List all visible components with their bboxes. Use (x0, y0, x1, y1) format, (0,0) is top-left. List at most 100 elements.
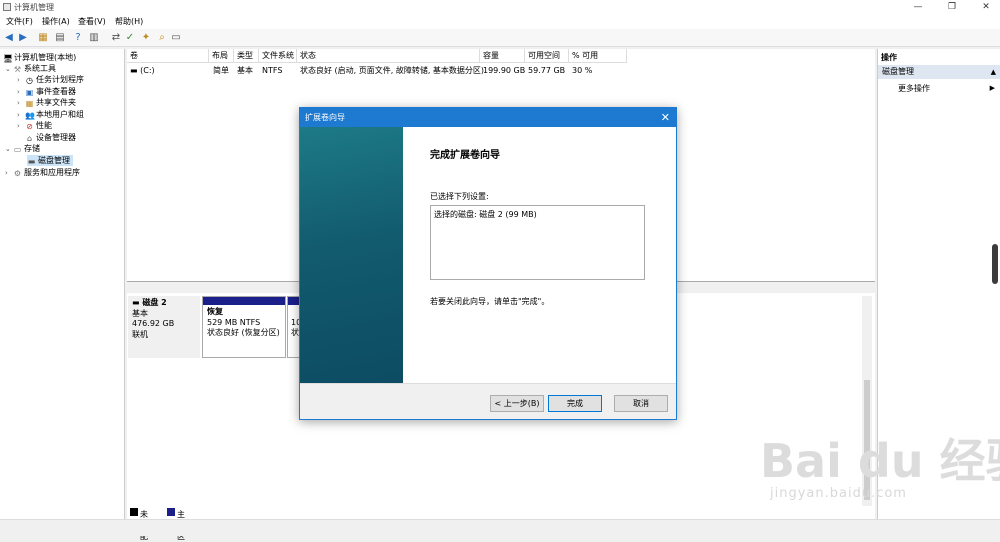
users-icon: 👥 (25, 111, 35, 120)
tree-disk-management[interactable]: ▬ 磁盘管理 (27, 155, 73, 166)
maximize-button[interactable]: ❐ (942, 1, 962, 13)
volume-name: (C:) (140, 66, 155, 75)
tree-item-device-manager[interactable]: ⌂ 设备管理器 (25, 132, 76, 143)
app-icon (3, 3, 11, 11)
chevron-right-icon: ▶ (989, 84, 995, 92)
check-icon[interactable]: ✓ (124, 32, 136, 44)
back-button[interactable]: < 上一步(B) (490, 395, 544, 412)
chevron-right-icon[interactable]: › (17, 121, 25, 132)
col-header-layout[interactable]: 布局 (209, 49, 234, 63)
disk-icon: ▬ (132, 298, 143, 307)
view-icon[interactable]: ▥ (88, 32, 100, 44)
volume-icon: ▬ (130, 66, 141, 75)
device-icon: ⌂ (26, 134, 33, 143)
col-header-free[interactable]: 可用空间 (525, 49, 569, 63)
volume-pct: 30 % (572, 66, 593, 75)
close-button[interactable]: ✕ (976, 1, 996, 13)
actions-section-disk[interactable]: 磁盘管理 ▲ (878, 65, 1000, 79)
tree-root[interactable]: 🖥计算机管理(本地) (3, 52, 76, 63)
wizard-content: 完成扩展卷向导 已选择下列设置: 选择的磁盘: 磁盘 2 (99 MB) 若要关… (403, 127, 676, 383)
dialog-close-icon[interactable]: ✕ (661, 108, 670, 127)
disk-info[interactable]: ▬ 磁盘 2 基本 476.92 GB 联机 (128, 296, 200, 358)
wizard-banner-image (300, 127, 403, 383)
actions-header: 操作 (881, 53, 897, 62)
chevron-right-icon[interactable]: › (17, 75, 25, 86)
partition-bar (203, 297, 285, 305)
watermark-url: jingyan.baidu.com (770, 486, 907, 501)
computer-icon: 🖥 (3, 54, 14, 63)
tree-item-task-scheduler[interactable]: › ◷ 任务计划程序 (17, 74, 84, 85)
new-icon[interactable]: ✦ (140, 32, 152, 44)
volume-fs: NTFS (262, 66, 283, 75)
primary-swatch (167, 508, 175, 516)
connect-icon[interactable]: ⇄ (110, 32, 122, 44)
menu-action[interactable]: 操作(A) (42, 16, 70, 27)
volume-status: 状态良好 (启动, 页面文件, 故障转储, 基本数据分区) (300, 66, 485, 75)
back-arrow-icon[interactable]: ◀ (3, 32, 15, 44)
col-header-pct[interactable]: % 可用 (569, 49, 627, 63)
search-icon[interactable]: ⌕ (156, 32, 168, 44)
folder-icon[interactable]: ▦ (37, 32, 49, 44)
dialog-title-bar: 扩展卷向导 (300, 108, 676, 127)
cancel-button[interactable]: 取消 (614, 395, 668, 412)
partition-recovery[interactable]: 恢复 529 MB NTFS 状态良好 (恢复分区) (202, 296, 286, 358)
volume-capacity: 199.90 GB (483, 66, 526, 75)
performance-icon: ⊘ (26, 122, 33, 131)
col-header-type[interactable]: 类型 (234, 49, 259, 63)
event-icon: ▣ (25, 88, 34, 97)
chevron-up-icon[interactable]: ▲ (991, 65, 996, 79)
tree-system-tools[interactable]: ⌄ ⚒ 系统工具 (5, 63, 56, 74)
partition-size: 529 MB NTFS (207, 317, 261, 327)
chevron-down-icon[interactable]: ⌄ (5, 64, 13, 75)
finish-button[interactable]: 完成 (548, 395, 602, 412)
menu-help[interactable]: 帮助(H) (115, 16, 143, 27)
disk-state: 联机 (132, 329, 148, 339)
col-header-filesystem[interactable]: 文件系统 (259, 49, 297, 63)
chevron-right-icon[interactable]: › (5, 168, 13, 179)
scrollbar-thumb[interactable] (992, 244, 998, 284)
help-icon[interactable]: ? (72, 32, 84, 44)
tree-storage[interactable]: ⌄ ▭ 存储 (5, 143, 40, 154)
disk-kind: 基本 (132, 308, 148, 318)
extend-volume-wizard: 扩展卷向导 ✕ 完成扩展卷向导 已选择下列设置: 选择的磁盘: 磁盘 2 (99… (299, 107, 677, 420)
col-header-capacity[interactable]: 容量 (480, 49, 525, 63)
tree-item-event-viewer[interactable]: › ▣ 事件查看器 (17, 86, 76, 97)
toolbar: ◀ ▶ ▦ ▤ ? ▥ ⇄ ✓ ✦ ⌕ ▭ (0, 29, 1000, 47)
tools-icon: ⚒ (13, 65, 22, 74)
disk-size: 476.92 GB (132, 319, 175, 328)
tree-item-shared-folders[interactable]: › ▦ 共享文件夹 (17, 97, 76, 108)
actions-more[interactable]: 更多操作 ▶ (898, 83, 998, 94)
tree-item-users-groups[interactable]: › 👥本地用户和组 (17, 109, 84, 120)
tree-item-performance[interactable]: › ⊘ 性能 (17, 120, 52, 131)
partition-status: 状态良好 (恢复分区) (207, 328, 280, 337)
dialog-title: 扩展卷向导 (305, 113, 345, 122)
volume-layout: 简单 (213, 66, 229, 75)
wizard-instruction: 若要关闭此向导，请单击"完成"。 (430, 297, 550, 306)
col-header-volume[interactable]: 卷 (127, 49, 209, 63)
navigation-tree: 🖥计算机管理(本地) ⌄ ⚒ 系统工具 › ◷ 任务计划程序 › ▣ 事件查看器 › ▦ 共享文… (0, 49, 125, 519)
chevron-right-icon[interactable]: › (17, 98, 25, 109)
watermark-logo: Bai du 经验 (760, 434, 1000, 488)
forward-arrow-icon[interactable]: ▶ (17, 32, 29, 44)
wizard-heading: 完成扩展卷向导 (430, 150, 500, 161)
settings-textbox[interactable]: 选择的磁盘: 磁盘 2 (99 MB) (430, 205, 645, 280)
disk-icon: ▬ (27, 157, 36, 166)
shared-folder-icon: ▦ (25, 99, 34, 108)
status-bar (0, 519, 1000, 536)
menu-view[interactable]: 查看(V) (78, 16, 106, 27)
tree-services[interactable]: › ⚙ 服务和应用程序 (5, 167, 80, 178)
window-title: 计算机管理 (14, 3, 54, 12)
list-icon[interactable]: ▭ (170, 32, 182, 44)
properties-icon[interactable]: ▤ (54, 32, 66, 44)
title-bar: 计算机管理 — ❐ ✕ (0, 0, 1000, 14)
dialog-footer: < 上一步(B) 完成 取消 (300, 383, 676, 419)
col-header-status[interactable]: 状态 (297, 49, 480, 63)
wizard-selected-label: 已选择下列设置: (430, 192, 489, 201)
chevron-down-icon[interactable]: ⌄ (5, 144, 13, 155)
minimize-button[interactable]: — (908, 1, 928, 13)
settings-text: 选择的磁盘: 磁盘 2 (99 MB) (434, 210, 537, 219)
menu-bar: 文件(F) 操作(A) 查看(V) 帮助(H) (0, 14, 1000, 29)
volume-type: 基本 (237, 66, 253, 75)
partition-name: 恢复 (207, 307, 223, 316)
menu-file[interactable]: 文件(F) (6, 16, 33, 27)
